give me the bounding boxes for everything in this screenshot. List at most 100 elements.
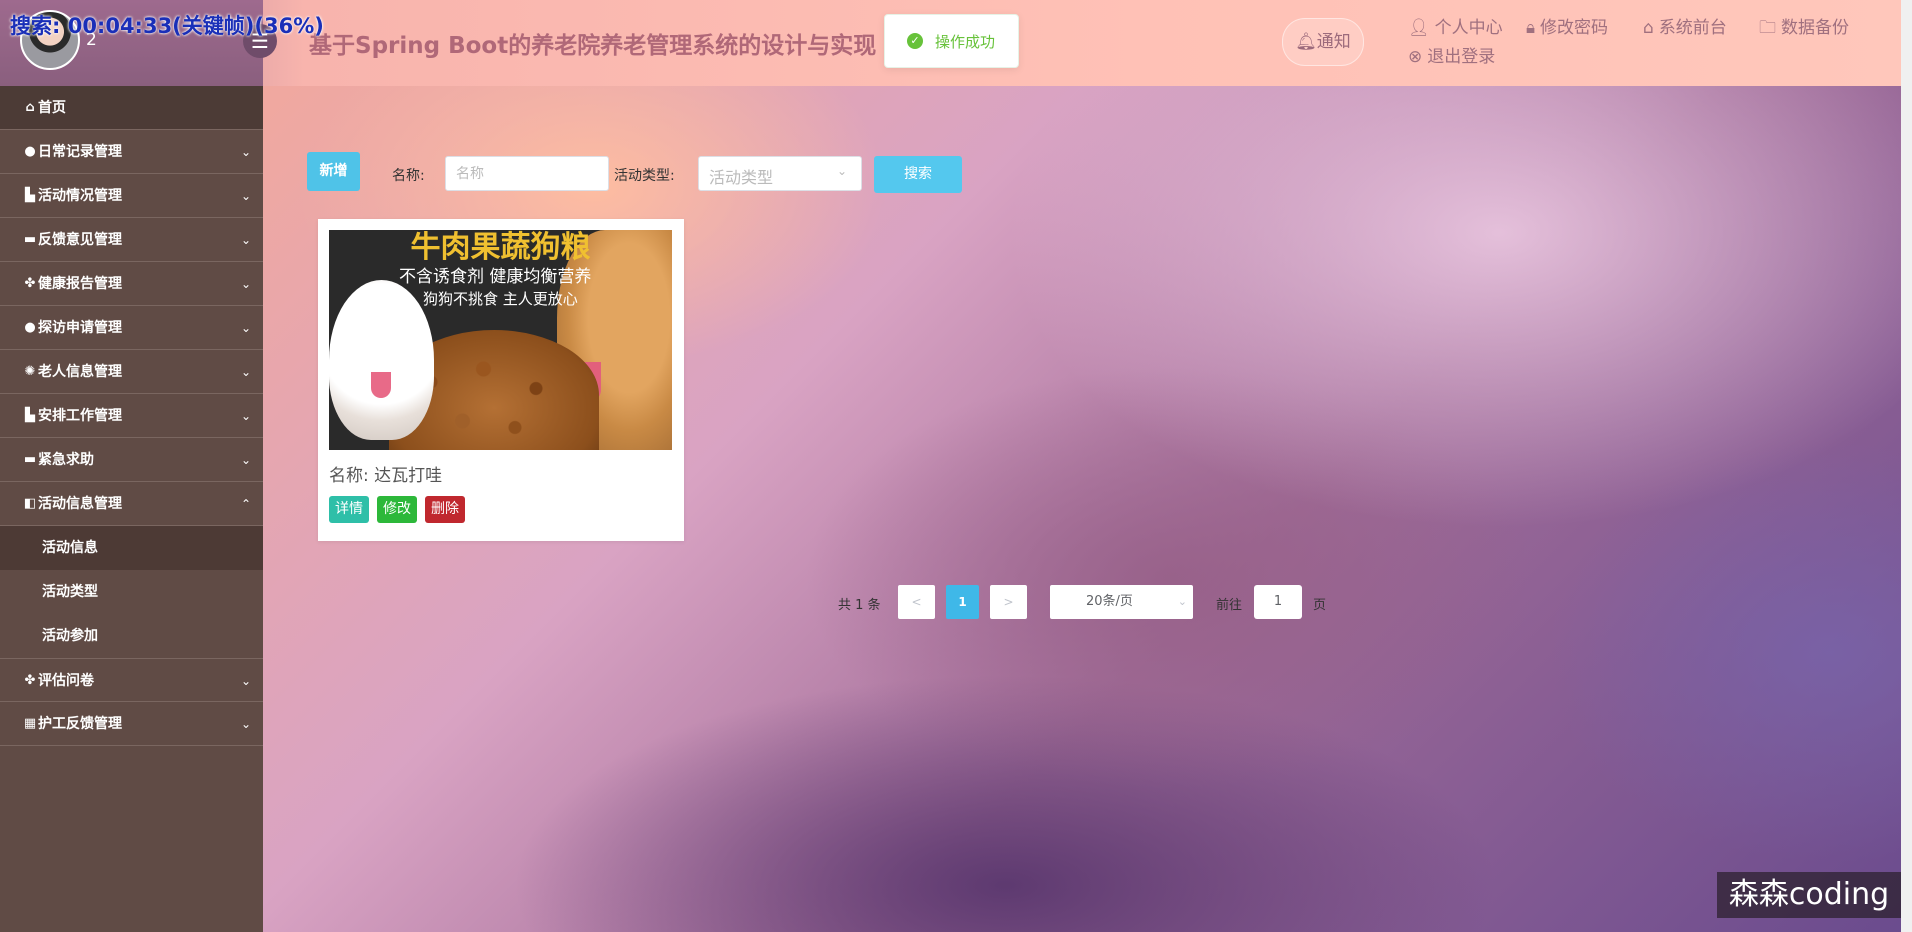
gear-icon: ✺	[24, 364, 36, 379]
page-title: 基于Spring Boot的养老院养老管理系统的设计与实现	[309, 33, 877, 59]
activity-image[interactable]: 牛肉果蔬狗粮 不含诱食剂 健康均衡营养 狗狗不挑食 主人更放心	[329, 230, 672, 450]
sidebar-item-daily-records[interactable]: ● 日常记录管理 ⌄	[0, 130, 263, 174]
sidebar-item-home[interactable]: ⌂ 首页	[0, 86, 263, 130]
search-button[interactable]: 搜索	[874, 156, 962, 193]
chevron-down-icon: ⌄	[240, 189, 251, 203]
frontend-label: 系统前台	[1658, 18, 1727, 38]
change-password-link[interactable]: 🔒︎ 修改密码	[1526, 13, 1608, 38]
chevron-down-icon: ⌄	[240, 674, 251, 688]
home-icon: ⌂	[1643, 18, 1654, 38]
notify-label: 通知	[1316, 32, 1351, 52]
card-title: 名称: 达瓦打哇	[329, 466, 443, 486]
sidebar-item-work-schedule[interactable]: ▙ 安排工作管理 ⌄	[0, 394, 263, 438]
edit-button[interactable]: 修改	[377, 496, 417, 523]
home-icon: ⌂	[25, 100, 35, 115]
logout-label: 退出登录	[1427, 47, 1496, 67]
watermark: 森森coding	[1717, 872, 1901, 918]
circle-icon: ●	[24, 144, 36, 159]
folder-icon: ▙	[25, 408, 35, 423]
sidebar-item-elder-info[interactable]: ✺ 老人信息管理 ⌄	[0, 350, 263, 394]
image-slogan-1: 不含诱食剂 健康均衡营养	[399, 267, 592, 287]
goto-page-input[interactable]: 1	[1254, 585, 1302, 619]
detail-button[interactable]: 详情	[329, 496, 369, 523]
doc-icon: ◧	[23, 496, 37, 511]
sidebar-item-label: 活动情况管理	[38, 188, 122, 204]
close-circle-icon: ⊗	[1408, 47, 1423, 67]
grid-icon: ✤	[24, 276, 36, 291]
sidebar-item-label: 护工反馈管理	[38, 716, 122, 732]
page-size-value: 20条/页	[1086, 594, 1133, 609]
notify-button[interactable]: 🔔︎通知	[1282, 18, 1364, 66]
next-page-button[interactable]: >	[990, 585, 1027, 619]
sidebar-item-assessment[interactable]: ✤ 评估问卷 ⌄	[0, 658, 263, 702]
chevron-up-icon: ⌃	[240, 497, 251, 511]
activity-type-label: 活动类型:	[614, 168, 675, 184]
sidebar-subitem-activity-info[interactable]: 活动信息	[0, 526, 263, 570]
name-search-input[interactable]	[445, 156, 609, 191]
toast-message: 操作成功	[935, 33, 996, 51]
sidebar-item-label: 反馈意见管理	[38, 232, 122, 248]
chevron-down-icon: ⌄	[240, 233, 251, 247]
change-password-label: 修改密码	[1540, 18, 1609, 38]
sidebar-item-label: 探访申请管理	[38, 320, 122, 336]
activity-type-select[interactable]: 活动类型 ⌄	[698, 156, 862, 191]
page-number-1[interactable]: 1	[946, 585, 979, 619]
frontend-link[interactable]: ⌂ 系统前台	[1643, 13, 1727, 38]
pagination-total: 共 1 条	[838, 598, 881, 613]
chevron-down-icon: ⌄	[240, 409, 251, 423]
bell-icon: 🔔︎	[1295, 32, 1317, 52]
chevron-down-icon: ⌄	[240, 717, 251, 731]
dog-image-left	[329, 280, 434, 440]
backup-label: 数据备份	[1781, 18, 1849, 38]
sidebar-item-emergency[interactable]: ▬ 紧急求助 ⌄	[0, 438, 263, 482]
chevron-down-icon: ⌄	[240, 145, 251, 159]
card-icon: ▬	[23, 232, 37, 247]
check-circle-icon: ✓	[907, 33, 923, 49]
sidebar-subitem-label: 活动类型	[42, 584, 98, 600]
prev-page-button[interactable]: <	[898, 585, 935, 619]
sidebar-item-activity-info-mgmt[interactable]: ◧ 活动信息管理 ⌃	[0, 482, 263, 526]
sidebar-item-label: 健康报告管理	[38, 276, 122, 292]
backup-link[interactable]: 🗀︎ 数据备份	[1759, 13, 1849, 44]
grid-icon: ✤	[24, 673, 36, 688]
sidebar-item-activity-status[interactable]: ▙ 活动情况管理 ⌄	[0, 174, 263, 218]
sidebar-subitem-activity-join[interactable]: 活动参加	[0, 614, 263, 658]
folder-icon: 🗀︎	[1759, 18, 1776, 38]
sidebar-item-label: 活动信息管理	[38, 496, 122, 512]
card-icon: ▬	[23, 452, 37, 467]
user-icon: 👤︎	[1408, 18, 1430, 38]
delete-button[interactable]: 删除	[425, 496, 465, 523]
sidebar-item-visit-application[interactable]: ● 探访申请管理 ⌄	[0, 306, 263, 350]
chevron-down-icon: ⌄	[240, 277, 251, 291]
page-size-select[interactable]: 20条/页 ⌄	[1050, 585, 1193, 619]
sidebar-item-label: 紧急求助	[38, 452, 94, 468]
chevron-down-icon: ⌄	[240, 321, 251, 335]
sidebar-item-feedback[interactable]: ▬ 反馈意见管理 ⌄	[0, 218, 263, 262]
sidebar-item-label: 安排工作管理	[38, 408, 122, 424]
goto-label: 前往	[1216, 598, 1243, 613]
activity-card: 牛肉果蔬狗粮 不含诱食剂 健康均衡营养 狗狗不挑食 主人更放心 名称: 达瓦打哇…	[318, 219, 684, 541]
sidebar-item-health-report[interactable]: ✤ 健康报告管理 ⌄	[0, 262, 263, 306]
logout-link[interactable]: ⊗ 退出登录	[1408, 42, 1495, 67]
page-unit-label: 页	[1313, 598, 1327, 613]
sidebar-item-caregiver-feedback[interactable]: ▦ 护工反馈管理 ⌄	[0, 702, 263, 746]
page-scrollbar[interactable]	[1901, 0, 1912, 932]
folder-icon: ▙	[25, 188, 35, 203]
sidebar-subitem-activity-type[interactable]: 活动类型	[0, 570, 263, 614]
search-progress-overlay: 搜索: 00:04:33(关键帧)(36%)	[10, 14, 324, 38]
sidebar-item-label: 日常记录管理	[38, 144, 122, 160]
success-toast: ✓ 操作成功	[884, 14, 1019, 68]
activity-type-placeholder: 活动类型	[709, 168, 774, 187]
chevron-down-icon: ⌄	[240, 365, 251, 379]
profile-link[interactable]: 👤︎ 个人中心	[1408, 13, 1503, 38]
image-slogan-2: 狗狗不挑食 主人更放心	[423, 290, 578, 308]
add-button[interactable]: 新增	[307, 152, 360, 191]
sidebar: ⌂ 首页 ● 日常记录管理 ⌄ ▙ 活动情况管理 ⌄ ▬ 反馈意见管理 ⌄ ✤ …	[0, 86, 263, 932]
sidebar-item-label: 首页	[38, 100, 66, 116]
sidebar-item-label: 老人信息管理	[38, 364, 122, 380]
chevron-down-icon: ⌄	[240, 453, 251, 467]
grid-icon: ▦	[23, 716, 37, 731]
sidebar-subitem-label: 活动信息	[42, 540, 98, 556]
name-label: 名称:	[392, 168, 425, 184]
sidebar-subitem-label: 活动参加	[42, 628, 98, 644]
